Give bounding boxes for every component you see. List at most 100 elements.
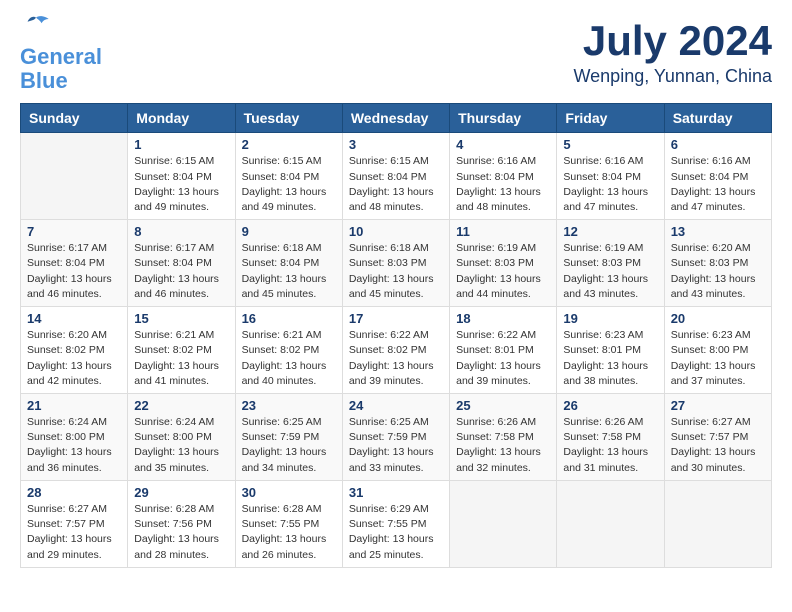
day-number: 13 [671,224,765,239]
day-info: Sunrise: 6:17 AM Sunset: 8:04 PM Dayligh… [27,241,121,302]
day-number: 7 [27,224,121,239]
calendar-cell: 17Sunrise: 6:22 AM Sunset: 8:02 PM Dayli… [342,307,449,394]
day-info: Sunrise: 6:27 AM Sunset: 7:57 PM Dayligh… [27,502,121,563]
day-number: 10 [349,224,443,239]
day-number: 22 [134,398,228,413]
day-info: Sunrise: 6:27 AM Sunset: 7:57 PM Dayligh… [671,415,765,476]
calendar-cell: 22 Sunrise: 6:24 AM Sunset: 8:00 PM Dayli… [128,394,235,481]
day-number: 9 [242,224,336,239]
day-number: 14 [27,311,121,326]
day-number: 30 [242,485,336,500]
calendar-cell: 26 Sunrise: 6:26 AM Sunset: 7:58 PM Dayli… [557,394,664,481]
calendar-cell [450,480,557,567]
calendar-week-row: 28Sunrise: 6:27 AM Sunset: 7:57 PM Dayli… [21,480,772,567]
calendar-cell: 28Sunrise: 6:27 AM Sunset: 7:57 PM Dayli… [21,480,128,567]
day-info: Sunrise: 6:15 AM Sunset: 8:04 PM Dayligh… [134,154,228,215]
day-number: 24 [349,398,443,413]
calendar-cell: 9 Sunrise: 6:18 AM Sunset: 8:04 PM Daylig… [235,220,342,307]
calendar-cell: 8 Sunrise: 6:17 AM Sunset: 8:04 PM Daylig… [128,220,235,307]
calendar-cell: 2Sunrise: 6:15 AM Sunset: 8:04 PM Daylig… [235,133,342,220]
calendar-cell: 1 Sunrise: 6:15 AM Sunset: 8:04 PM Daylig… [128,133,235,220]
day-number: 21 [27,398,121,413]
calendar-cell: 27 Sunrise: 6:27 AM Sunset: 7:57 PM Dayli… [664,394,771,481]
day-info: Sunrise: 6:16 AM Sunset: 8:04 PM Dayligh… [563,154,657,215]
calendar-cell: 31 Sunrise: 6:29 AM Sunset: 7:55 PM Dayli… [342,480,449,567]
calendar-cell: 30 Sunrise: 6:28 AM Sunset: 7:55 PM Dayli… [235,480,342,567]
calendar-week-row: 1 Sunrise: 6:15 AM Sunset: 8:04 PM Daylig… [21,133,772,220]
day-info: Sunrise: 6:21 AM Sunset: 8:02 PM Dayligh… [242,328,336,389]
header-monday: Monday [128,104,235,133]
day-number: 31 [349,485,443,500]
calendar-cell: 10 Sunrise: 6:18 AM Sunset: 8:03 PM Dayli… [342,220,449,307]
day-number: 16 [242,311,336,326]
calendar-cell: 23 Sunrise: 6:25 AM Sunset: 7:59 PM Dayli… [235,394,342,481]
day-number: 26 [563,398,657,413]
day-info: Sunrise: 6:18 AM Sunset: 8:03 PM Dayligh… [349,241,443,302]
calendar-cell: 5Sunrise: 6:16 AM Sunset: 8:04 PM Daylig… [557,133,664,220]
day-info: Sunrise: 6:18 AM Sunset: 8:04 PM Dayligh… [242,241,336,302]
calendar-cell: 14 Sunrise: 6:20 AM Sunset: 8:02 PM Dayli… [21,307,128,394]
day-info: Sunrise: 6:20 AM Sunset: 8:03 PM Dayligh… [671,241,765,302]
day-info: Sunrise: 6:20 AM Sunset: 8:02 PM Dayligh… [27,328,121,389]
day-info: Sunrise: 6:23 AM Sunset: 8:00 PM Dayligh… [671,328,765,389]
day-number: 11 [456,224,550,239]
day-info: Sunrise: 6:26 AM Sunset: 7:58 PM Dayligh… [563,415,657,476]
calendar-cell: 25Sunrise: 6:26 AM Sunset: 7:58 PM Dayli… [450,394,557,481]
calendar-cell: 4Sunrise: 6:16 AM Sunset: 8:04 PM Daylig… [450,133,557,220]
calendar-week-row: 14 Sunrise: 6:20 AM Sunset: 8:02 PM Dayli… [21,307,772,394]
day-number: 19 [563,311,657,326]
day-info: Sunrise: 6:24 AM Sunset: 8:00 PM Dayligh… [134,415,228,476]
day-info: Sunrise: 6:16 AM Sunset: 8:04 PM Dayligh… [456,154,550,215]
calendar-cell: 24 Sunrise: 6:25 AM Sunset: 7:59 PM Dayli… [342,394,449,481]
calendar-cell: 16 Sunrise: 6:21 AM Sunset: 8:02 PM Dayli… [235,307,342,394]
day-info: Sunrise: 6:25 AM Sunset: 7:59 PM Dayligh… [242,415,336,476]
calendar-cell: 19Sunrise: 6:23 AM Sunset: 8:01 PM Dayli… [557,307,664,394]
day-number: 8 [134,224,228,239]
day-info: Sunrise: 6:15 AM Sunset: 8:04 PM Dayligh… [349,154,443,215]
calendar-cell: 29 Sunrise: 6:28 AM Sunset: 7:56 PM Dayli… [128,480,235,567]
day-number: 20 [671,311,765,326]
calendar-cell: 7 Sunrise: 6:17 AM Sunset: 8:04 PM Daylig… [21,220,128,307]
calendar-cell: 11Sunrise: 6:19 AM Sunset: 8:03 PM Dayli… [450,220,557,307]
month-title: July 2024 [574,20,773,62]
header-friday: Friday [557,104,664,133]
day-number: 6 [671,137,765,152]
calendar-cell: 15 Sunrise: 6:21 AM Sunset: 8:02 PM Dayli… [128,307,235,394]
day-number: 27 [671,398,765,413]
title-section: July 2024 Wenping, Yunnan, China [574,20,773,87]
day-info: Sunrise: 6:28 AM Sunset: 7:56 PM Dayligh… [134,502,228,563]
calendar-cell [664,480,771,567]
calendar-table: SundayMondayTuesdayWednesdayThursdayFrid… [20,103,772,567]
day-info: Sunrise: 6:21 AM Sunset: 8:02 PM Dayligh… [134,328,228,389]
day-info: Sunrise: 6:29 AM Sunset: 7:55 PM Dayligh… [349,502,443,563]
calendar-cell: 6 Sunrise: 6:16 AM Sunset: 8:04 PM Daylig… [664,133,771,220]
header-saturday: Saturday [664,104,771,133]
day-info: Sunrise: 6:16 AM Sunset: 8:04 PM Dayligh… [671,154,765,215]
day-number: 3 [349,137,443,152]
day-number: 23 [242,398,336,413]
calendar-cell: 13 Sunrise: 6:20 AM Sunset: 8:03 PM Dayli… [664,220,771,307]
location-title: Wenping, Yunnan, China [574,66,773,87]
day-info: Sunrise: 6:15 AM Sunset: 8:04 PM Dayligh… [242,154,336,215]
logo-text: General Blue [20,45,102,93]
day-info: Sunrise: 6:28 AM Sunset: 7:55 PM Dayligh… [242,502,336,563]
calendar-cell: 3 Sunrise: 6:15 AM Sunset: 8:04 PM Daylig… [342,133,449,220]
header-tuesday: Tuesday [235,104,342,133]
calendar-cell [557,480,664,567]
day-number: 15 [134,311,228,326]
logo: General Blue [20,20,102,93]
day-number: 17 [349,311,443,326]
header-thursday: Thursday [450,104,557,133]
day-info: Sunrise: 6:17 AM Sunset: 8:04 PM Dayligh… [134,241,228,302]
day-info: Sunrise: 6:22 AM Sunset: 8:01 PM Dayligh… [456,328,550,389]
day-info: Sunrise: 6:24 AM Sunset: 8:00 PM Dayligh… [27,415,121,476]
header-wednesday: Wednesday [342,104,449,133]
day-number: 1 [134,137,228,152]
calendar-week-row: 21 Sunrise: 6:24 AM Sunset: 8:00 PM Dayli… [21,394,772,481]
day-info: Sunrise: 6:25 AM Sunset: 7:59 PM Dayligh… [349,415,443,476]
day-number: 29 [134,485,228,500]
calendar-cell: 20 Sunrise: 6:23 AM Sunset: 8:00 PM Dayli… [664,307,771,394]
day-number: 12 [563,224,657,239]
day-number: 25 [456,398,550,413]
logo-bird-icon [22,12,50,40]
